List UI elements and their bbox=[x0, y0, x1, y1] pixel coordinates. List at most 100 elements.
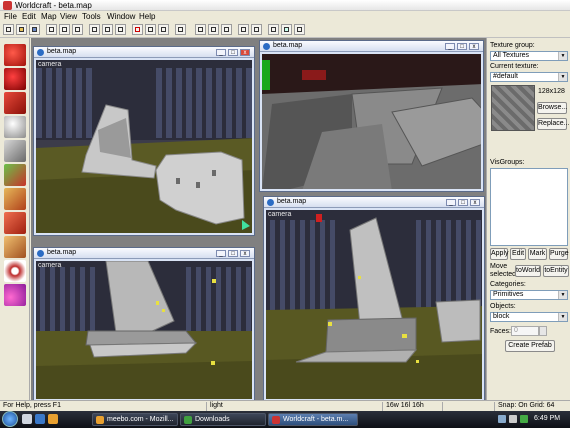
to-world-button[interactable]: toWorld bbox=[515, 265, 541, 277]
magnify-icon[interactable] bbox=[281, 24, 292, 35]
grid-larger-icon[interactable] bbox=[72, 24, 83, 35]
mdi-workspace: beta.map _ □ x camera beta.map _ □ x bet… bbox=[31, 38, 486, 402]
maximize-button[interactable]: □ bbox=[228, 49, 238, 56]
replace-button[interactable]: Replace... bbox=[537, 118, 570, 130]
grid-smaller-icon[interactable] bbox=[59, 24, 70, 35]
menu-tools[interactable]: Tools bbox=[82, 12, 101, 21]
start-orb-icon[interactable] bbox=[2, 411, 18, 427]
texture-lock-icon[interactable] bbox=[175, 24, 186, 35]
hollow-icon[interactable] bbox=[158, 24, 169, 35]
chevron-down-icon: ▼ bbox=[558, 291, 567, 299]
taskbar-item-label: Downloads bbox=[195, 416, 230, 423]
3d-viewport[interactable]: camera bbox=[266, 210, 482, 399]
mdi-window-bottom-left[interactable]: beta.map _ □ x camera bbox=[33, 247, 255, 402]
texture-group-label: Texture group: bbox=[490, 42, 535, 49]
select-icon[interactable] bbox=[268, 24, 279, 35]
texture-group-select[interactable]: All Textures ▼ bbox=[490, 51, 568, 61]
minimize-button[interactable]: _ bbox=[216, 250, 226, 257]
map-icon bbox=[37, 49, 44, 56]
visgroups-label: VisGroups: bbox=[490, 159, 525, 166]
copy-icon[interactable] bbox=[208, 24, 219, 35]
mdi-window-top-left[interactable]: beta.map _ □ x camera bbox=[33, 46, 255, 236]
categories-select[interactable]: Primitives ▼ bbox=[490, 290, 568, 300]
3d-viewport[interactable]: camera bbox=[36, 60, 252, 233]
texture-panel: Texture group: All Textures ▼ Current te… bbox=[486, 38, 570, 400]
visgroups-list[interactable] bbox=[490, 168, 568, 246]
ungroup-icon[interactable] bbox=[132, 24, 143, 35]
entity-tool-icon[interactable] bbox=[4, 116, 26, 138]
close-button[interactable]: x bbox=[240, 250, 250, 257]
path-tool-icon[interactable] bbox=[4, 284, 26, 306]
save-map-icon[interactable] bbox=[29, 24, 40, 35]
taskbar-item-meebo[interactable]: meebo.com - Mozill... bbox=[92, 413, 178, 426]
texture-tool-icon[interactable] bbox=[4, 164, 26, 186]
minimize-button[interactable]: _ bbox=[445, 43, 455, 50]
menu-window[interactable]: Window bbox=[107, 12, 135, 21]
3d-viewport[interactable] bbox=[262, 54, 481, 189]
create-prefab-button[interactable]: Create Prefab bbox=[505, 340, 555, 352]
title-bar: Worldcraft - beta.map bbox=[0, 0, 570, 11]
clip-icon[interactable] bbox=[294, 24, 305, 35]
hide-items-icon[interactable] bbox=[89, 24, 100, 35]
paste-icon[interactable] bbox=[221, 24, 232, 35]
mdi-window-bottom-right[interactable]: beta.map _ □ x camera bbox=[263, 196, 485, 402]
apply-texture-icon[interactable] bbox=[4, 188, 26, 210]
menu-bar: File Edit Map View Tools Window Help bbox=[0, 11, 570, 22]
volume-icon[interactable] bbox=[509, 415, 517, 423]
menu-edit[interactable]: Edit bbox=[22, 12, 36, 21]
mark-button[interactable]: Mark bbox=[528, 248, 547, 260]
status-snap: Snap: On Grid: 64 bbox=[494, 402, 570, 411]
purge-button[interactable]: Purge bbox=[549, 248, 569, 260]
taskbar-item-downloads[interactable]: Downloads bbox=[180, 413, 266, 426]
carve-icon[interactable] bbox=[145, 24, 156, 35]
undo-icon[interactable] bbox=[238, 24, 249, 35]
taskbar-item-worldcraft[interactable]: Worldcraft - beta.m... bbox=[268, 413, 358, 426]
vertex-tool-icon[interactable] bbox=[4, 260, 26, 282]
tray-app-icon[interactable] bbox=[520, 415, 528, 423]
faces-spinner[interactable] bbox=[539, 326, 547, 336]
close-button[interactable]: x bbox=[469, 43, 479, 50]
clock[interactable]: 6:49 PM bbox=[534, 415, 560, 422]
browse-button[interactable]: Browse... bbox=[537, 102, 567, 114]
maximize-button[interactable]: □ bbox=[228, 250, 238, 257]
show-desktop-icon[interactable] bbox=[22, 414, 32, 424]
window-caption: beta.map _ □ x bbox=[34, 47, 254, 58]
minimize-button[interactable]: _ bbox=[216, 49, 226, 56]
decal-tool-icon[interactable] bbox=[4, 212, 26, 234]
network-icon[interactable] bbox=[498, 415, 506, 423]
menu-view[interactable]: View bbox=[60, 12, 77, 21]
cut-icon[interactable] bbox=[195, 24, 206, 35]
menu-map[interactable]: Map bbox=[41, 12, 57, 21]
mdi-window-top-right[interactable]: beta.map _ □ x bbox=[259, 40, 484, 192]
selection-tool-icon[interactable] bbox=[4, 44, 26, 66]
minimize-button[interactable]: _ bbox=[446, 199, 456, 206]
close-button[interactable]: x bbox=[240, 49, 250, 56]
window-caption-title: beta.map bbox=[47, 249, 77, 256]
3d-viewport[interactable]: camera bbox=[36, 261, 252, 399]
redo-icon[interactable] bbox=[251, 24, 262, 35]
edit-button[interactable]: Edit bbox=[510, 248, 526, 260]
maximize-button[interactable]: □ bbox=[458, 199, 468, 206]
window-caption-title: beta.map bbox=[277, 198, 307, 205]
apply-button[interactable]: Apply bbox=[490, 248, 509, 260]
grid-toggle-icon[interactable] bbox=[46, 24, 57, 35]
current-texture-select[interactable]: #default ▼ bbox=[490, 72, 568, 82]
new-map-icon[interactable] bbox=[3, 24, 14, 35]
open-map-icon[interactable] bbox=[16, 24, 27, 35]
objects-select[interactable]: block ▼ bbox=[490, 312, 568, 322]
viewport-render bbox=[266, 210, 482, 399]
quick-launch-icon[interactable] bbox=[48, 414, 58, 424]
group-icon[interactable] bbox=[115, 24, 126, 35]
camera-tool-icon[interactable] bbox=[4, 92, 26, 114]
menu-help[interactable]: Help bbox=[139, 12, 155, 21]
clip-tool-icon[interactable] bbox=[4, 236, 26, 258]
to-entity-button[interactable]: toEntity bbox=[543, 265, 569, 277]
faces-input[interactable]: 0 bbox=[511, 326, 539, 336]
maximize-button[interactable]: □ bbox=[457, 43, 467, 50]
block-tool-icon[interactable] bbox=[4, 140, 26, 162]
magnify-tool-icon[interactable] bbox=[4, 68, 26, 90]
show-items-icon[interactable] bbox=[102, 24, 113, 35]
close-button[interactable]: x bbox=[470, 199, 480, 206]
quick-launch-icon[interactable] bbox=[35, 414, 45, 424]
menu-file[interactable]: File bbox=[4, 12, 17, 21]
